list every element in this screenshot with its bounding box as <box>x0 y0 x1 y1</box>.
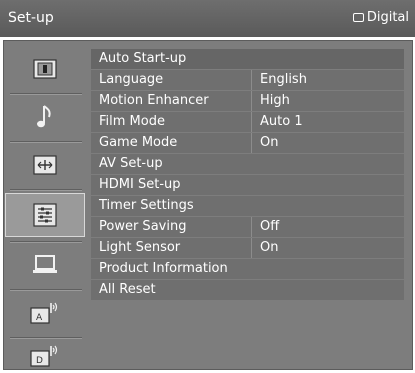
menu-item-label: Power Saving <box>99 219 187 234</box>
sidebar-divider <box>10 289 82 291</box>
menu-item-light-sensor[interactable]: Light Sensor On <box>91 238 404 258</box>
column-divider <box>251 112 252 132</box>
menu-item-label: Film Mode <box>99 114 165 129</box>
sidebar-divider <box>10 189 82 191</box>
sidebar-divider <box>10 241 82 243</box>
category-sidebar: A D <box>5 43 86 367</box>
menu-item-all-reset[interactable]: All Reset <box>91 280 404 300</box>
picture-icon <box>33 59 57 79</box>
menu-item-timer-settings[interactable]: Timer Settings <box>91 196 404 216</box>
input-source-indicator: Digital <box>352 10 409 25</box>
menu-item-label: Auto Start-up <box>99 51 187 66</box>
menu-item-label: All Reset <box>99 282 156 297</box>
svg-text:D: D <box>36 356 43 366</box>
column-divider <box>251 217 252 237</box>
menu-item-value: Off <box>260 219 280 234</box>
laptop-icon <box>32 255 58 275</box>
column-divider <box>251 238 252 258</box>
music-note-icon <box>35 103 55 131</box>
menu-item-value: High <box>260 93 290 108</box>
screen-adjust-icon <box>33 155 57 175</box>
menu-item-value: On <box>260 240 279 255</box>
screen-outline-icon <box>352 13 364 22</box>
menu-item-value: English <box>260 72 307 87</box>
sidebar-item-analog-tuning[interactable]: A <box>6 293 84 333</box>
setup-menu-list: Auto Start-up Language English Motion En… <box>91 49 404 301</box>
menu-item-label: HDMI Set-up <box>99 177 181 192</box>
analog-antenna-icon: A <box>30 301 60 325</box>
sidebar-divider <box>10 93 82 95</box>
sidebar-item-sound[interactable] <box>6 97 84 137</box>
sidebar-item-screen[interactable] <box>6 145 84 185</box>
menu-item-film-mode[interactable]: Film Mode Auto 1 <box>91 112 404 132</box>
svg-text:A: A <box>36 313 43 323</box>
column-divider <box>251 91 252 111</box>
menu-item-game-mode[interactable]: Game Mode On <box>91 133 404 153</box>
menu-item-power-saving[interactable]: Power Saving Off <box>91 217 404 237</box>
menu-item-motion-enhancer[interactable]: Motion Enhancer High <box>91 91 404 111</box>
setup-list-icon <box>33 203 57 227</box>
sidebar-divider <box>10 141 82 143</box>
menu-item-auto-start-up[interactable]: Auto Start-up <box>91 49 404 69</box>
menu-item-av-set-up[interactable]: AV Set-up <box>91 154 404 174</box>
menu-item-product-information[interactable]: Product Information <box>91 259 404 279</box>
menu-item-language[interactable]: Language English <box>91 70 404 90</box>
sidebar-item-digital-tuning[interactable]: D <box>6 341 84 371</box>
menu-item-label: Timer Settings <box>99 198 194 213</box>
page-title: Set-up <box>8 10 54 26</box>
digital-antenna-icon: D <box>30 344 60 368</box>
menu-item-hdmi-set-up[interactable]: HDMI Set-up <box>91 175 404 195</box>
sidebar-item-setup[interactable] <box>5 193 85 237</box>
setup-screen: Set-up Digital A D Auto Start-up Languag… <box>0 0 415 373</box>
column-divider <box>251 133 252 153</box>
menu-item-label: Motion Enhancer <box>99 93 209 108</box>
column-divider <box>251 70 252 90</box>
title-bar: Set-up Digital <box>0 0 415 37</box>
menu-item-label: AV Set-up <box>99 156 163 171</box>
sidebar-divider <box>10 337 82 339</box>
menu-item-label: Game Mode <box>99 135 178 150</box>
menu-item-value: On <box>260 135 279 150</box>
menu-item-label: Light Sensor <box>99 240 181 255</box>
menu-item-label: Language <box>99 72 164 87</box>
sidebar-item-pc[interactable] <box>6 245 84 285</box>
source-label: Digital <box>366 10 409 25</box>
menu-item-label: Product Information <box>99 261 228 276</box>
menu-item-value: Auto 1 <box>260 114 303 129</box>
sidebar-item-picture[interactable] <box>6 49 84 89</box>
